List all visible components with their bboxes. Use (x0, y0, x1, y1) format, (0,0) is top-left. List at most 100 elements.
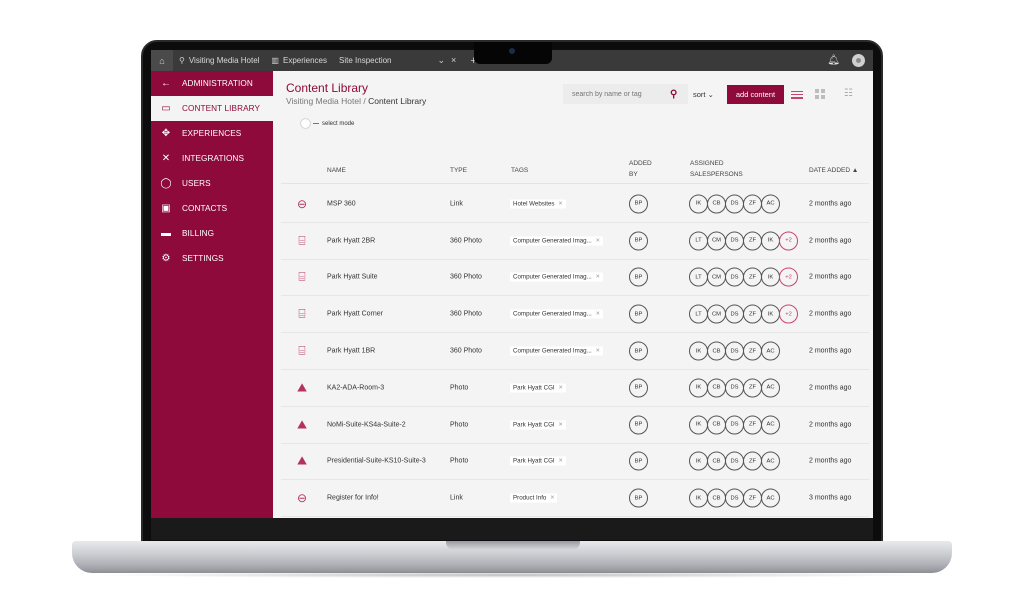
column-header-date-added[interactable]: DATE ADDED ▲ (809, 165, 858, 176)
remove-tag-icon[interactable]: × (550, 495, 554, 502)
salesperson-avatar: DS (725, 378, 744, 398)
grid-view-icon[interactable] (815, 89, 826, 99)
sidebar-item-integrations[interactable]: ✕ INTEGRATIONS (151, 146, 273, 171)
add-content-button[interactable]: add content (727, 85, 784, 104)
tab-experiences[interactable]: ▥ Experiences (265, 56, 333, 65)
remove-tag-icon[interactable]: × (596, 274, 600, 281)
tag-chip: Computer Generated Imag... × (510, 236, 603, 246)
content-type: 360 Photo (450, 273, 482, 281)
sidebar-item-billing[interactable]: ▬ BILLING (151, 221, 273, 246)
remove-tag-icon[interactable]: × (596, 348, 600, 355)
toggle-track (313, 123, 319, 124)
added-by-avatar: BP (629, 378, 648, 398)
tab-visiting-media-hotel[interactable]: ⚲ Visiting Media Hotel (173, 56, 265, 65)
remove-tag-icon[interactable]: × (559, 458, 563, 465)
content-type: Link (450, 200, 463, 208)
sidebar-item-contacts[interactable]: ▣ CONTACTS (151, 196, 273, 221)
table-row[interactable]: ⌸ Park Hyatt 2BR 360 Photo Computer Generat… (281, 223, 869, 260)
sidebar-item-label: ADMINISTRATION (182, 79, 253, 88)
tag-label: Park Hyatt CGI (513, 421, 555, 429)
salesperson-avatar: DS (725, 231, 744, 251)
table-row[interactable]: ⊖ MSP 360 Link Hotel Websites × BP IK CB DS ZF AC 2… (281, 186, 869, 223)
bell-icon[interactable]: 🔔︎ (827, 55, 840, 66)
sidebar-item-users[interactable]: ◯ USERS (151, 171, 273, 196)
content-name[interactable]: Register for Info! (327, 495, 379, 502)
sidebar-item-settings[interactable]: ⚙ SETTINGS (151, 246, 273, 271)
home-button[interactable]: ⌂ (151, 50, 173, 71)
table-row[interactable]: ⛰ KA2-ADA-Room-3 Photo Park Hyatt CGI × BP IK C… (281, 370, 869, 407)
content-name[interactable]: NoMi-Suite-KS4a-Suite-2 (327, 421, 406, 428)
map-book-icon: ▥ (271, 56, 279, 65)
salesperson-avatar: ZF (743, 415, 762, 435)
content-name[interactable]: KA2-ADA-Room-3 (327, 384, 384, 391)
salesperson-avatar: DS (725, 194, 744, 214)
content-type: Photo (450, 421, 469, 429)
salesperson-avatar: LT (689, 267, 708, 287)
breadcrumb-current: Content Library (368, 96, 427, 106)
sidebar-item-content-library[interactable]: ▭ CONTENT LIBRARY (151, 96, 273, 121)
column-header-assigned-salespersons[interactable]: ASSIGNED SALESPERSONS (690, 158, 743, 180)
assigned-salespersons: IK CB DS ZF AC (689, 488, 780, 508)
table-row[interactable]: ⛰ Presidential-Suite-KS10-Suite-3 Photo Par… (281, 444, 869, 481)
tag-label: Park Hyatt CGI (513, 457, 555, 465)
salesperson-avatar: DS (725, 304, 744, 324)
list-view-icon[interactable] (791, 91, 803, 101)
header-line: ASSIGNED (690, 160, 724, 167)
added-by-avatar: BP (629, 194, 648, 214)
content-name[interactable]: Park Hyatt 2BR (327, 237, 375, 244)
date-added: 2 months ago (809, 457, 852, 465)
column-header-tags[interactable]: TAGS (511, 165, 528, 176)
nodes-icon: ✥ (161, 128, 171, 139)
remove-tag-icon[interactable]: × (596, 311, 600, 318)
sort-dropdown[interactable]: sort ⌄ (693, 90, 714, 99)
column-header-type[interactable]: TYPE (450, 165, 467, 176)
salesperson-avatar: CB (707, 415, 726, 435)
content-name[interactable]: Presidential-Suite-KS10-Suite-3 (327, 458, 426, 465)
table-row[interactable]: ⛰ NoMi-Suite-KS4a-Suite-2 Photo Park Hyatt … (281, 407, 869, 444)
tab-site-inspection[interactable]: Site Inspection (333, 56, 397, 65)
salesperson-avatar: AC (761, 415, 780, 435)
column-header-added-by[interactable]: ADDED BY (629, 158, 652, 180)
filter-sliders-icon[interactable]: ☷ (844, 88, 853, 99)
table-row[interactable]: ⊖ Register for Info! Link Product Info × BP IK… (281, 480, 869, 518)
laptop-chin (151, 518, 873, 540)
tag-chip: Hotel Websites × (510, 199, 566, 209)
remove-tag-icon[interactable]: × (559, 384, 563, 391)
content-name[interactable]: Park Hyatt 1BR (327, 348, 375, 355)
remove-tag-icon[interactable]: × (559, 421, 563, 428)
sidebar-item-administration[interactable]: ← ADMINISTRATION (151, 71, 273, 96)
assigned-salespersons: LT CM DS ZF IK +2 (689, 231, 798, 251)
search-input[interactable] (572, 90, 664, 98)
salesperson-avatar: AC (761, 451, 780, 471)
breadcrumb-root[interactable]: Visiting Media Hotel (286, 96, 361, 106)
tag-chip: Park Hyatt CGI × (510, 383, 566, 393)
tag-label: Computer Generated Imag... (513, 310, 592, 318)
tag-label: Park Hyatt CGI (513, 384, 555, 392)
table-row[interactable]: ⌸ Park Hyatt Corner 360 Photo Computer Gene… (281, 296, 869, 334)
close-icon[interactable]: × (451, 55, 456, 66)
toggle-knob[interactable] (301, 119, 310, 128)
more-salespersons-badge[interactable]: +2 (779, 231, 798, 251)
content-name[interactable]: Park Hyatt Corner (327, 311, 383, 318)
remove-tag-icon[interactable]: × (596, 237, 600, 244)
assigned-salespersons: IK CB DS ZF AC (689, 378, 780, 398)
sidebar-item-experiences[interactable]: ✥ EXPERIENCES (151, 121, 273, 146)
more-salespersons-badge[interactable]: +2 (779, 267, 798, 287)
content-type: Link (450, 494, 463, 502)
salesperson-avatar: DS (725, 451, 744, 471)
content-name[interactable]: Park Hyatt Suite (327, 274, 378, 281)
remove-tag-icon[interactable]: × (559, 200, 563, 207)
chevron-down-icon[interactable]: ⌄ (438, 55, 446, 66)
column-header-name[interactable]: NAME (327, 165, 346, 176)
table-row[interactable]: ⌸ Park Hyatt 1BR 360 Photo Computer Generat… (281, 333, 869, 370)
content-name[interactable]: MSP 360 (327, 200, 356, 207)
salesperson-avatar: AC (761, 378, 780, 398)
table-row[interactable]: ⌸ Park Hyatt Suite 360 Photo Computer Gener… (281, 260, 869, 297)
salesperson-avatar: CM (707, 267, 726, 287)
content-type: Photo (450, 384, 469, 392)
select-mode-toggle[interactable]: select mode (301, 119, 354, 128)
location-pin-icon: ⚲ (179, 56, 185, 65)
user-avatar-icon[interactable] (852, 54, 865, 67)
more-salespersons-badge[interactable]: +2 (779, 304, 798, 324)
search-icon[interactable]: ⚲ (670, 89, 677, 100)
